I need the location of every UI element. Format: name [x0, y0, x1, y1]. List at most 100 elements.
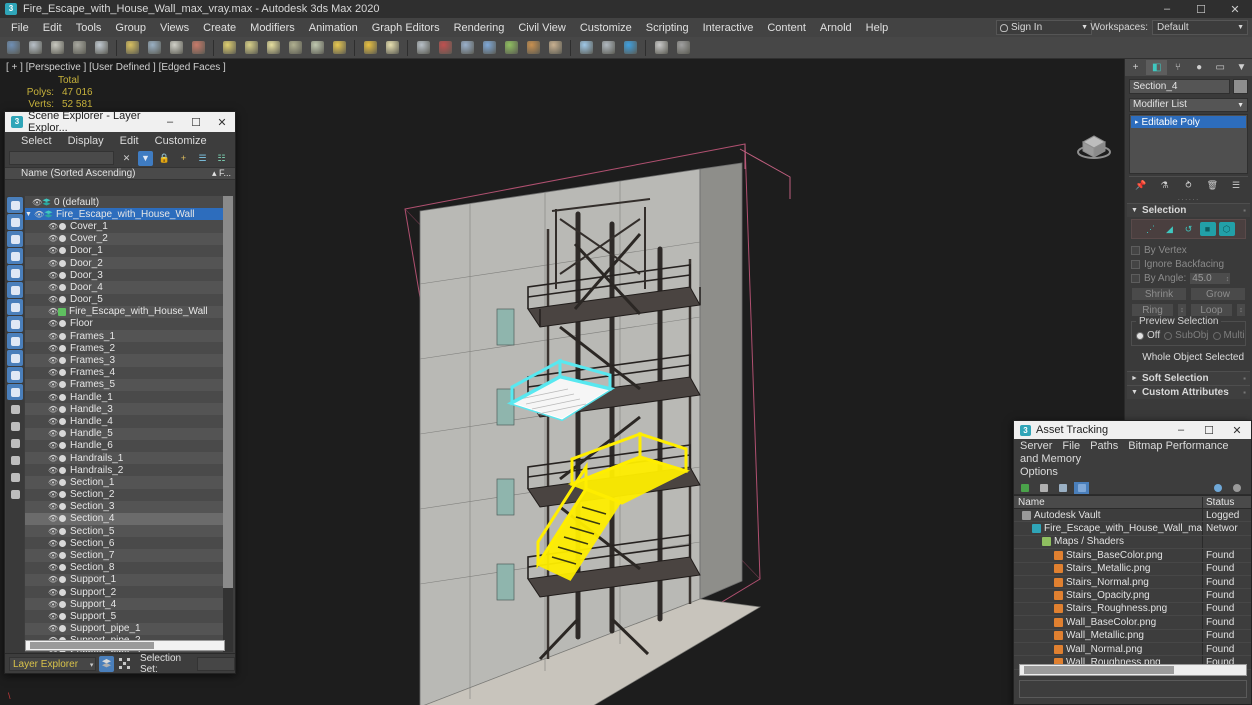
- asset-row[interactable]: Stairs_BaseColor.png Found: [1014, 549, 1251, 563]
- menu-item-create[interactable]: Create: [196, 20, 243, 36]
- polygon-sublevel[interactable]: ■: [1199, 222, 1216, 236]
- scene-explorer-row[interactable]: 👁 Handle_6: [25, 439, 225, 452]
- scene-explorer-row[interactable]: 👁 Frames_5: [25, 378, 225, 391]
- asset-tracking-close[interactable]: ✕: [1223, 421, 1251, 439]
- grow-button[interactable]: Grow: [1190, 287, 1246, 301]
- visibility-toggle-icon[interactable]: 👁: [48, 539, 58, 548]
- scene-explorer-row[interactable]: 👁 Section_2: [25, 488, 225, 501]
- by-angle-spinner[interactable]: 45.0 ↕: [1189, 271, 1232, 285]
- expand-arrow-icon[interactable]: ▸: [1135, 118, 1139, 126]
- modifier-list-dropdown[interactable]: Modifier List ▼: [1129, 98, 1248, 112]
- visibility-toggle-icon[interactable]: 👁: [32, 198, 42, 207]
- bind-space-warp-icon[interactable]: [91, 38, 111, 58]
- visibility-toggle-icon[interactable]: 👁: [48, 441, 58, 450]
- undo-icon[interactable]: [3, 38, 23, 58]
- asset-row[interactable]: Autodesk Vault Logged: [1014, 509, 1251, 523]
- visibility-toggle-icon[interactable]: 👁: [48, 429, 58, 438]
- asset-row[interactable]: Fire_Escape_with_House_Wall_max_vray.max…: [1014, 522, 1251, 536]
- visibility-toggle-icon[interactable]: 👁: [48, 332, 58, 341]
- scene-explorer-row[interactable]: 👁 Cover_2: [25, 232, 225, 245]
- placement-icon[interactable]: [285, 38, 305, 58]
- asset-row[interactable]: Wall_BaseColor.png Found: [1014, 616, 1251, 630]
- scrollbar-thumb[interactable]: [30, 642, 154, 649]
- sign-in-button[interactable]: Sign In ▼: [996, 20, 1092, 35]
- menu-item-group[interactable]: Group: [108, 20, 153, 36]
- visibility-toggle-icon[interactable]: 👁: [48, 283, 58, 292]
- visibility-toggle-icon[interactable]: 👁: [48, 393, 58, 402]
- asset-row[interactable]: Stairs_Normal.png Found: [1014, 575, 1251, 590]
- visibility-toggle-icon[interactable]: 👁: [48, 222, 58, 231]
- visibility-toggle-icon[interactable]: 👁: [48, 271, 58, 280]
- rollout-soft-selection-header[interactable]: ► Soft Selection ▪: [1127, 371, 1250, 385]
- menu-item-file[interactable]: File: [4, 20, 36, 36]
- scene-explorer-row[interactable]: 👁 Support_5: [25, 610, 225, 623]
- lock-icon[interactable]: 🔒: [157, 151, 172, 166]
- visibility-toggle-icon[interactable]: 👁: [48, 319, 58, 328]
- scene-explorer-row[interactable]: 👁 Handle_3: [25, 403, 225, 416]
- menu-item-edit[interactable]: Edit: [36, 20, 69, 36]
- particles-filter-icon[interactable]: [7, 367, 23, 383]
- visibility-toggle-icon[interactable]: 👁: [48, 344, 58, 353]
- bones-filter-icon[interactable]: [7, 333, 23, 349]
- scene-explorer-row[interactable]: 👁 Handrails_2: [25, 464, 225, 477]
- visibility-toggle-icon[interactable]: 👁: [48, 502, 58, 511]
- scene-explorer-row[interactable]: 👁 Section_7: [25, 549, 225, 562]
- asset-row[interactable]: Maps / Shaders: [1014, 535, 1251, 550]
- asset-menu-paths[interactable]: Paths: [1090, 440, 1118, 452]
- geometry-filter-icon[interactable]: [7, 197, 23, 213]
- visibility-toggle-icon[interactable]: 👁: [48, 368, 58, 377]
- scene-explorer-vertical-scrollbar[interactable]: [223, 196, 233, 652]
- show-end-result-icon[interactable]: ⚗: [1157, 179, 1173, 193]
- workspace-select[interactable]: Default ▼: [1152, 20, 1248, 35]
- rollout-pin-icon[interactable]: ▪: [1243, 374, 1246, 383]
- visibility-filter-icon[interactable]: [7, 384, 23, 400]
- asset-tracking-path-field[interactable]: [1019, 680, 1247, 698]
- select-link-icon[interactable]: [47, 38, 67, 58]
- shrink-button[interactable]: Shrink: [1131, 287, 1187, 301]
- column-header-name[interactable]: Name: [1014, 496, 1203, 508]
- column-header-status[interactable]: Status: [1203, 497, 1251, 508]
- visibility-toggle-icon[interactable]: 👁: [48, 478, 58, 487]
- visibility-toggle-icon[interactable]: 👁: [48, 624, 58, 633]
- collapse-arrow-icon[interactable]: ▼: [25, 211, 32, 218]
- window-crossing-icon[interactable]: [188, 38, 208, 58]
- lights-filter-icon[interactable]: [7, 231, 23, 247]
- menu-item-customize[interactable]: Customize: [573, 20, 639, 36]
- scene-explorer-row[interactable]: 👁 Door_4: [25, 281, 225, 294]
- select-region-icon[interactable]: [166, 38, 186, 58]
- shapes-filter-icon[interactable]: [7, 214, 23, 230]
- scene-explorer-row[interactable]: 👁 Door_5: [25, 293, 225, 306]
- object-name-field[interactable]: Section_4: [1129, 78, 1230, 94]
- details-view-icon[interactable]: [1074, 481, 1089, 494]
- filter-icon[interactable]: ▼: [138, 150, 153, 166]
- asset-menu-file[interactable]: File: [1062, 440, 1080, 452]
- preview-option-subobj[interactable]: SubObj: [1164, 330, 1209, 341]
- rollout-pin-icon[interactable]: ▪: [1243, 388, 1246, 397]
- spinner-arrows-icon[interactable]: ↕: [1226, 274, 1230, 285]
- helpers-filter-icon[interactable]: [7, 265, 23, 281]
- ignore-backfacing-checkbox[interactable]: Ignore Backfacing: [1131, 257, 1246, 271]
- mirror-icon[interactable]: [435, 38, 455, 58]
- align-icon[interactable]: [457, 38, 477, 58]
- scene-explorer-close[interactable]: ✕: [209, 112, 235, 132]
- scene-explorer-maximize[interactable]: ☐: [183, 112, 209, 132]
- visibility-toggle-icon[interactable]: 👁: [48, 490, 58, 499]
- visibility-toggle-icon[interactable]: 👁: [48, 234, 58, 243]
- select-and-manipulate-icon[interactable]: [360, 38, 380, 58]
- vertex-sublevel[interactable]: ⋰: [1143, 222, 1159, 236]
- settings-icon[interactable]: [1229, 482, 1244, 494]
- scene-explorer-row[interactable]: 👁 Section_8: [25, 561, 225, 574]
- select-object-icon[interactable]: [122, 38, 142, 58]
- scene-explorer-row[interactable]: 👁 Frames_3: [25, 354, 225, 367]
- folder-icon[interactable]: [7, 486, 23, 502]
- open-folder-icon[interactable]: [1055, 482, 1070, 494]
- select-and-rotate-icon[interactable]: [241, 38, 261, 58]
- menu-item-modifiers[interactable]: Modifiers: [243, 20, 302, 36]
- scene-explorer-row[interactable]: 👁 Support_4: [25, 598, 225, 611]
- selection-set-button[interactable]: [117, 656, 132, 672]
- close-button[interactable]: ✕: [1218, 0, 1252, 18]
- ring-spinner[interactable]: ↕: [1177, 303, 1187, 317]
- utilities-tab[interactable]: ▼: [1231, 60, 1252, 75]
- scene-explorer-row[interactable]: 👁 Section_3: [25, 500, 225, 513]
- scene-explorer-row[interactable]: 👁 Handrails_1: [25, 451, 225, 465]
